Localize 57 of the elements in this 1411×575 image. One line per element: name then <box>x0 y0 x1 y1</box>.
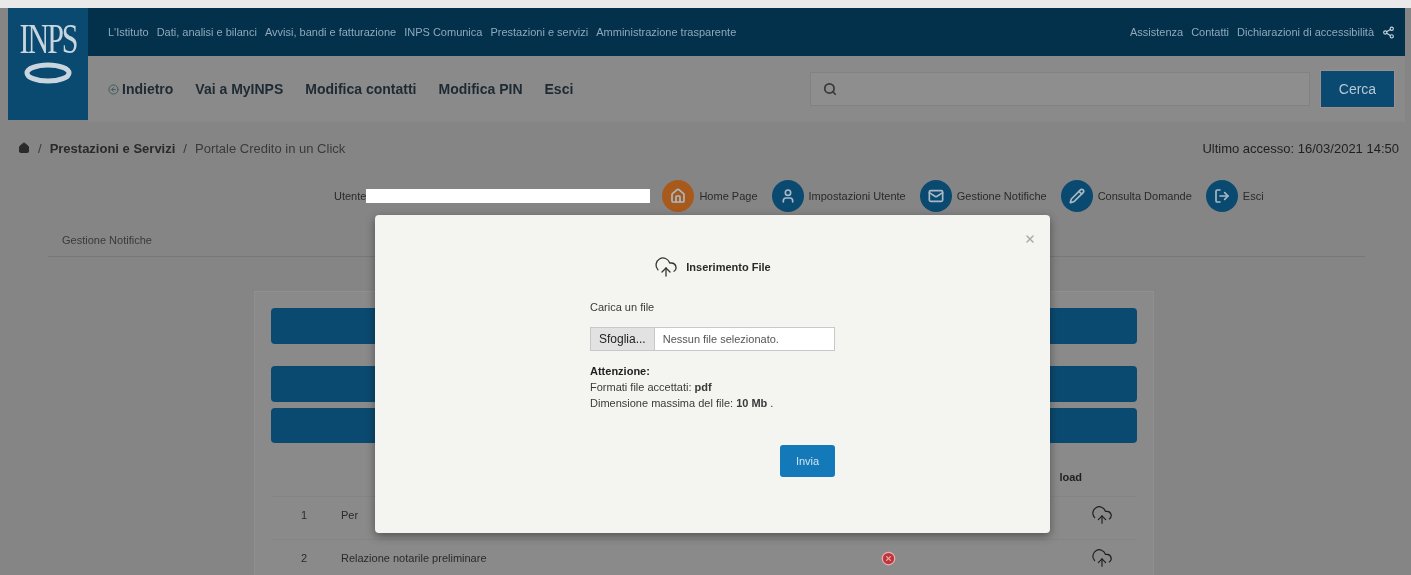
logo-text: INPS <box>19 15 77 63</box>
browse-button[interactable]: Sfoglia... <box>591 328 655 350</box>
upload-icon <box>654 255 679 279</box>
document-title: Relazione notarile preliminare <box>341 552 488 565</box>
top-nav-link[interactable]: L'Istituto <box>108 26 149 38</box>
error-icon <box>881 550 896 566</box>
back-icon <box>108 83 119 95</box>
notice-text: Formati file accettati: pdf <box>590 381 713 393</box>
home-icon[interactable] <box>18 142 30 154</box>
notice-title: Attenzione: <box>590 365 651 377</box>
field-label: Carica un file <box>590 301 656 313</box>
top-nav-link[interactable]: Assistenza <box>1129 26 1184 38</box>
user-label: Utente <box>334 190 367 202</box>
row-number: 2 <box>300 552 309 565</box>
nav-link[interactable]: Esci <box>544 81 574 97</box>
top-nav-link[interactable]: Amministrazione trasparente <box>596 26 737 38</box>
top-nav-link[interactable]: Contatti <box>1191 26 1230 38</box>
file-status: Nessun file selezionato. <box>661 333 779 345</box>
top-nav-link[interactable]: INPS Comunica <box>404 26 483 38</box>
nav-link[interactable]: Indietro <box>108 81 174 97</box>
dialog-title: Inserimento File <box>686 261 771 273</box>
breadcrumb-link[interactable]: Prestazioni e Servizi <box>49 140 176 156</box>
upload-icon[interactable] <box>1091 547 1113 570</box>
user-action-link[interactable]: Gestione Notifiche <box>919 180 1047 212</box>
user-action-link[interactable]: Consulta Domande <box>1060 180 1192 212</box>
breadcrumb-separator: / <box>183 140 187 156</box>
top-nav-link[interactable]: Dichiarazioni di accessibilità <box>1237 26 1374 38</box>
top-nav-link[interactable]: Dati, analisi e bilanci <box>156 26 257 38</box>
breadcrumb-separator: / <box>38 140 42 156</box>
nav-link[interactable]: Modifica contatti <box>305 81 417 97</box>
search-field[interactable] <box>810 72 1310 106</box>
pencil-icon <box>1068 188 1085 204</box>
notice-text: Dimensione massima del file: 10 Mb . <box>590 397 775 409</box>
search-icon <box>823 82 837 96</box>
nav-link[interactable]: Vai a MyINPS <box>195 81 284 97</box>
submit-button[interactable]: Invia <box>780 445 835 477</box>
logout-icon <box>1213 188 1230 204</box>
last-access: Ultimo accesso: 16/03/2021 14:50 <box>1202 140 1399 156</box>
user-action-link[interactable]: Home Page <box>662 180 758 212</box>
user-action-link[interactable]: Esci <box>1205 180 1264 212</box>
column-header: load <box>1059 471 1082 484</box>
swirl-icon <box>23 60 73 86</box>
logo[interactable]: INPS <box>8 8 88 120</box>
share-icon[interactable] <box>1382 25 1395 39</box>
breadcrumb-current: Portale Credito in un Click <box>195 140 346 156</box>
upload-icon[interactable] <box>1091 504 1113 527</box>
top-nav-link[interactable]: Prestazioni e servizi <box>490 26 589 38</box>
nav-link[interactable]: Modifica PIN <box>438 81 523 97</box>
user-action-link[interactable]: Impostazioni Utente <box>771 180 906 212</box>
mail-icon <box>927 188 944 204</box>
top-nav-link[interactable]: Avvisi, bandi e fatturazione <box>264 26 397 38</box>
document-title: Per <box>341 509 360 522</box>
file-input[interactable]: Sfoglia... Nessun file selezionato. <box>590 327 835 351</box>
search-button[interactable]: Cerca <box>1320 70 1395 108</box>
row-number: 1 <box>300 509 309 522</box>
home-icon <box>670 188 687 204</box>
tab[interactable]: Gestione Notifiche <box>62 234 152 246</box>
